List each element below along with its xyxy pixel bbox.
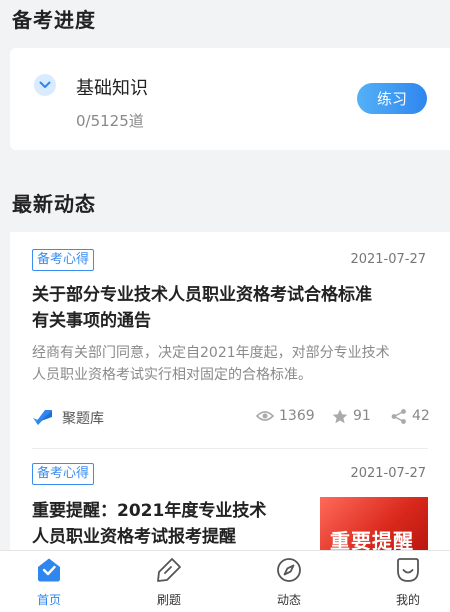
- progress-section-title: 备考进度: [12, 8, 96, 32]
- tab-practice[interactable]: 刷题: [134, 551, 204, 612]
- tab-label: 首页: [36, 593, 61, 607]
- practice-button[interactable]: 练习: [357, 83, 427, 114]
- tab-label: 刷题: [156, 593, 181, 607]
- views-stat: 1369: [256, 408, 315, 424]
- edit-icon: [157, 558, 181, 582]
- eye-icon: [256, 411, 274, 421]
- bottom-tab-bar: 首页 刷题 动态 我的: [0, 550, 450, 612]
- tab-label: 动态: [276, 593, 301, 607]
- news-date: 2021-07-27: [350, 252, 426, 267]
- news-item[interactable]: 备考心得 2021-07-27 关于部分专业技术人员职业资格考试合格标准 有关事…: [10, 232, 450, 448]
- expand-chevron[interactable]: [34, 74, 56, 96]
- profile-icon: [397, 558, 419, 582]
- likes-count: 91: [353, 408, 371, 424]
- news-date: 2021-07-27: [350, 466, 426, 481]
- tab-news[interactable]: 动态: [254, 551, 324, 612]
- news-excerpt-line: 人员职业资格考试实行相对固定的合格标准。: [32, 367, 312, 383]
- progress-item-name: 基础知识: [76, 78, 148, 99]
- share-icon: [391, 408, 406, 424]
- news-excerpt-line: 经商有关部门同意，决定自2021年度起，对部分专业技术: [32, 345, 390, 361]
- star-icon: [332, 409, 348, 423]
- compass-icon: [277, 558, 301, 582]
- news-source: 聚题库: [32, 408, 104, 428]
- tab-home[interactable]: 首页: [14, 551, 84, 612]
- shares-stat[interactable]: 42: [391, 408, 430, 424]
- tab-profile[interactable]: 我的: [373, 551, 443, 612]
- news-thumbnail[interactable]: 重要提醒: [320, 497, 428, 553]
- news-list: 备考心得 2021-07-27 关于部分专业技术人员职业资格考试合格标准 有关事…: [10, 232, 450, 562]
- tab-label: 我的: [395, 593, 420, 607]
- chevron-down-icon: [39, 81, 51, 88]
- news-item[interactable]: 备考心得 2021-07-27 重要提醒：2021年度专业技术 人员职业资格考试…: [10, 449, 450, 562]
- views-count: 1369: [279, 408, 315, 424]
- likes-stat[interactable]: 91: [332, 408, 371, 424]
- news-tag: 备考心得: [32, 249, 95, 271]
- shares-count: 42: [412, 408, 430, 424]
- home-icon: [38, 558, 60, 582]
- news-title-line[interactable]: 重要提醒：2021年度专业技术: [32, 498, 266, 524]
- news-title-line[interactable]: 关于部分专业技术人员职业资格考试合格标准: [32, 282, 372, 308]
- news-title-line[interactable]: 人员职业资格考试报考提醒: [32, 524, 236, 550]
- progress-card: 基础知识 0/5125道 练习: [10, 48, 450, 150]
- news-tag: 备考心得: [32, 463, 95, 485]
- progress-count: 0/5125道: [76, 112, 144, 130]
- source-name: 聚题库: [62, 411, 104, 427]
- source-logo-icon: [33, 410, 52, 425]
- news-section-title: 最新动态: [12, 192, 96, 216]
- news-title-line[interactable]: 有关事项的通告: [32, 308, 151, 334]
- thumbnail-text: 重要提醒: [330, 529, 414, 553]
